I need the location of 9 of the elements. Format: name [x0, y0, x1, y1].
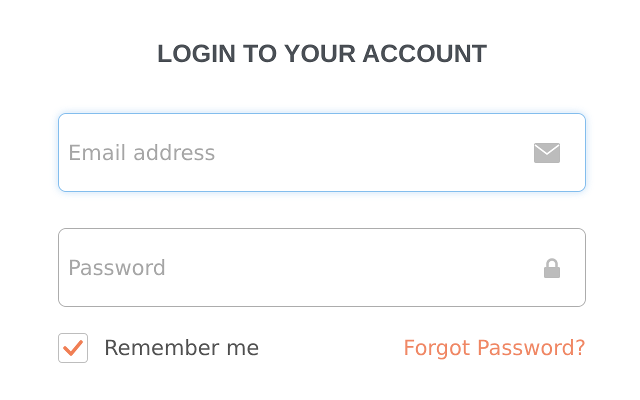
remember-checkbox[interactable]	[58, 333, 88, 363]
form-title: LOGIN TO YOUR ACCOUNT	[156, 40, 488, 69]
remember-label: Remember me	[104, 336, 260, 360]
email-field[interactable]: Email address	[58, 113, 586, 192]
password-field[interactable]: Password	[58, 228, 586, 307]
forgot-password-link[interactable]: Forgot Password?	[403, 336, 586, 360]
envelope-icon	[534, 142, 560, 162]
lock-icon	[544, 258, 560, 278]
checkmark-icon	[63, 340, 83, 356]
